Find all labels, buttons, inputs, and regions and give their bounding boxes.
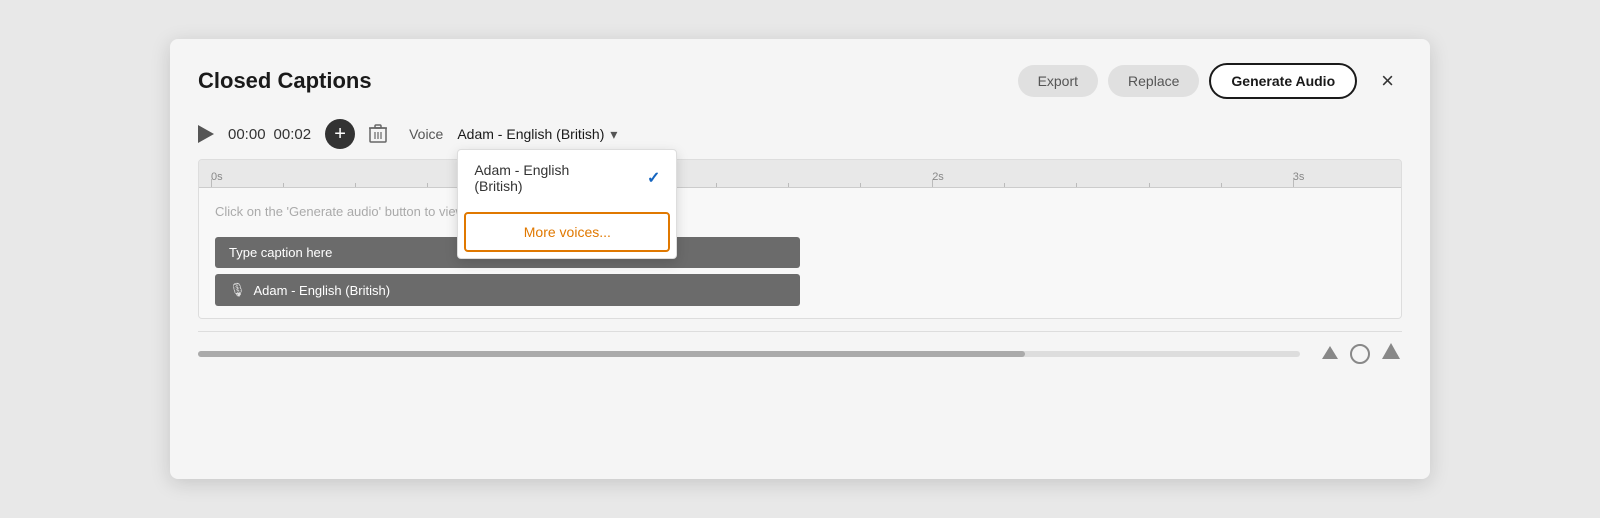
- time-current: 00:00: [228, 126, 266, 143]
- voice-selector[interactable]: Adam - English (British) ▾ Adam - Englis…: [457, 126, 617, 143]
- generate-audio-button[interactable]: Generate Audio: [1209, 63, 1357, 99]
- scrollbar-track[interactable]: [198, 351, 1300, 357]
- bottom-controls: [1320, 342, 1402, 365]
- closed-captions-dialog: Closed Captions Export Replace Generate …: [170, 39, 1430, 479]
- voice-name: Adam - English (British): [457, 126, 604, 142]
- voice-bar-label: Adam - English (British): [254, 283, 391, 298]
- replace-button[interactable]: Replace: [1108, 65, 1199, 97]
- ruler-label-0: 0s: [211, 171, 223, 183]
- dropdown-item-adam-label: Adam - English (British): [474, 162, 569, 194]
- voice-dropdown: Adam - English (British) ✓ More voices..…: [457, 149, 677, 259]
- checkmark-icon: ✓: [647, 168, 660, 188]
- voice-label: Voice: [409, 126, 443, 142]
- zoom-in-icon[interactable]: [1380, 342, 1402, 365]
- timeline-content: Click on the 'Generate audio' button to …: [199, 188, 1401, 318]
- bottom-bar: [198, 331, 1402, 365]
- toolbar: 00:00 00:02 + Voice Adam - English (Brit…: [198, 119, 1402, 149]
- zoom-out-icon[interactable]: [1320, 344, 1340, 363]
- delete-caption-button[interactable]: [369, 124, 387, 144]
- chevron-down-icon: ▾: [610, 126, 617, 143]
- play-button[interactable]: [198, 125, 214, 143]
- more-voices-button[interactable]: More voices...: [464, 212, 670, 252]
- adam-label-line1: Adam - English: [474, 162, 569, 178]
- time-display: 00:00 00:02: [228, 126, 311, 143]
- zoom-circle-button[interactable]: [1350, 344, 1370, 364]
- timeline-container: 0s 1s 2s 3s Click on the 'Generate a: [198, 159, 1402, 319]
- timeline-info-text: Click on the 'Generate audio' button to …: [199, 196, 1401, 233]
- trash-icon: [369, 124, 387, 144]
- export-button[interactable]: Export: [1018, 65, 1098, 97]
- header-actions: Export Replace Generate Audio ×: [1018, 63, 1402, 99]
- scrollbar-thumb: [198, 351, 1025, 357]
- ruler-label-2: 2s: [932, 171, 944, 183]
- add-caption-button[interactable]: +: [325, 119, 355, 149]
- time-end: 00:02: [274, 126, 312, 143]
- close-button[interactable]: ×: [1373, 64, 1402, 98]
- timeline-ruler: 0s 1s 2s 3s: [199, 160, 1401, 188]
- mic-icon: 🎙: [229, 282, 246, 298]
- adam-label-line2: (British): [474, 178, 522, 194]
- ruler-label-3: 3s: [1293, 171, 1305, 183]
- play-icon: [198, 125, 214, 143]
- dialog-header: Closed Captions Export Replace Generate …: [198, 63, 1402, 99]
- voice-bar: 🎙 Adam - English (British): [215, 274, 800, 306]
- dialog-title: Closed Captions: [198, 68, 372, 94]
- dropdown-item-adam[interactable]: Adam - English (British) ✓: [458, 150, 676, 206]
